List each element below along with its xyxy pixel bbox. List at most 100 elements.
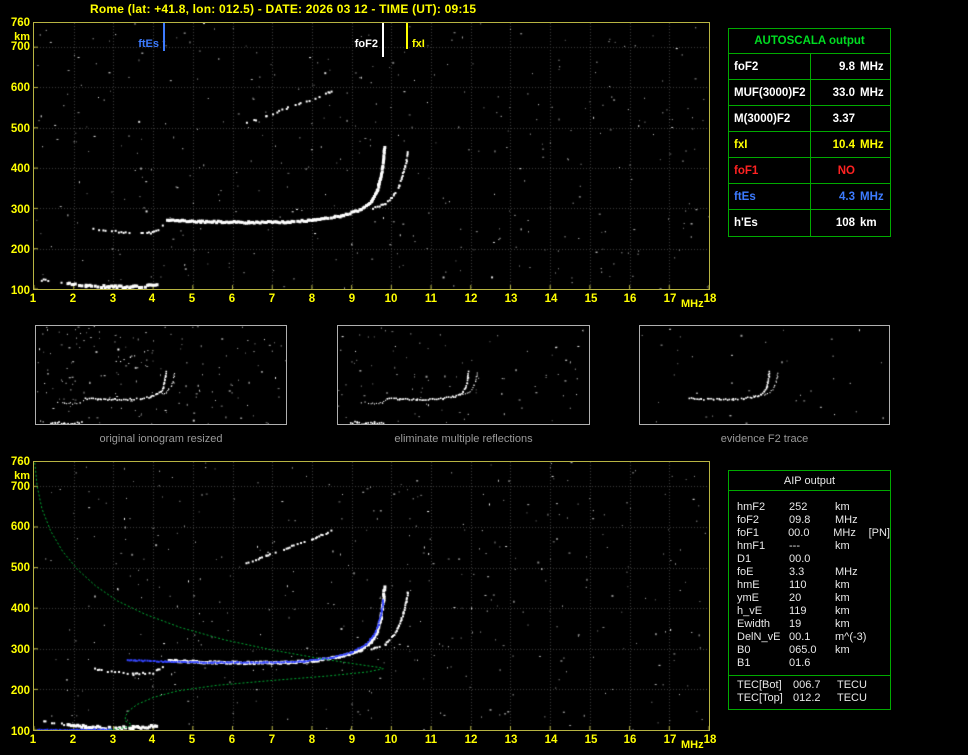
- thumbnail-original-canvas: [36, 326, 286, 424]
- row-label: hmE: [737, 579, 760, 591]
- row-unit: km: [835, 618, 850, 630]
- x-axis-label-14: 14: [544, 293, 558, 305]
- y-axis-label-500: 500: [10, 562, 30, 574]
- row-label: foE: [737, 566, 754, 578]
- row-label: ftEs: [729, 184, 811, 209]
- top-ionogram-plot: [33, 22, 710, 290]
- row-value: 252: [789, 501, 808, 513]
- x-axis-label-9: 9: [348, 734, 356, 746]
- x-axis-label-17: 17: [663, 293, 677, 305]
- row-note: [871, 657, 890, 670]
- row-unit: km: [835, 592, 850, 604]
- row-value: 00.0: [789, 553, 811, 565]
- aip-row-delnve: DelN_vE 00.1 m^(-3): [729, 631, 890, 644]
- row-label: hmF2: [737, 501, 766, 513]
- autoscala-row-fof1: foF1 NO: [729, 158, 890, 184]
- row-value: 09.8: [789, 514, 811, 526]
- x-axis-label-8: 8: [308, 734, 316, 746]
- row-label: foF1: [737, 527, 760, 539]
- x-axis-label-13: 13: [504, 293, 518, 305]
- y-axis-label-760: 760: [10, 17, 30, 29]
- aip-row-fof1: foF1 00.0 MHz [PN]: [729, 527, 890, 540]
- aip-row-tec-top: TEC[Top] 012.2 TECU: [729, 692, 890, 705]
- row-unit: MHz: [833, 527, 856, 539]
- x-axis-label-4: 4: [148, 734, 156, 746]
- row-unit: km: [860, 217, 877, 229]
- row-unit: km: [835, 644, 850, 656]
- autoscala-row-m3000f2: M(3000)F2 3.37: [729, 106, 890, 132]
- x-axis-label-1: 1: [29, 293, 37, 305]
- thumbnail-multiple-reflections-removed: [337, 325, 590, 425]
- thumbnail-original-ionogram: [35, 325, 287, 425]
- row-label: B1: [737, 657, 751, 669]
- x-axis-label-10: 10: [384, 734, 398, 746]
- top-ionogram-canvas: [34, 23, 709, 289]
- row-unit: MHz: [860, 86, 884, 99]
- thumbnail-caption-cleaned: eliminate multiple reflections: [394, 433, 533, 445]
- fxi-marker-line: [406, 23, 408, 49]
- autoscala-row-ftes: ftEs 4.3 MHz: [729, 184, 890, 210]
- row-unit: MHz: [860, 60, 884, 73]
- row-unit: MHz: [835, 514, 858, 526]
- bottom-ionogram-canvas: [34, 462, 709, 730]
- row-unit: [835, 553, 871, 566]
- row-note: [871, 579, 890, 592]
- y-axis-label-760: 760: [10, 456, 30, 468]
- row-value: 119: [789, 605, 807, 617]
- x-axis-label-16: 16: [623, 293, 637, 305]
- x-axis-label-11: 11: [424, 293, 438, 305]
- y-axis-label-600: 600: [10, 82, 30, 94]
- x-axis-label-6: 6: [228, 734, 236, 746]
- row-value: 012.2: [793, 692, 821, 704]
- y-axis-label-600: 600: [10, 521, 30, 533]
- thumbnail-cleaned-canvas: [338, 326, 589, 424]
- x-axis-label-9: 9: [348, 293, 356, 305]
- aip-row-yme: ymE 20 km: [729, 592, 890, 605]
- y-axis-label-700: 700: [10, 481, 30, 493]
- y-axis-label-400: 400: [10, 163, 30, 175]
- row-value: 01.6: [789, 657, 811, 669]
- autoscala-row-hpes: h'Es 108 km: [729, 210, 890, 236]
- row-note: [871, 514, 890, 527]
- row-note: [871, 592, 890, 605]
- y-axis-unit: km: [14, 31, 30, 43]
- x-axis-label-3: 3: [109, 293, 117, 305]
- x-axis-label-13: 13: [504, 734, 518, 746]
- x-axis-label-3: 3: [109, 734, 117, 746]
- fof2-marker-label: foF2: [354, 38, 378, 50]
- y-axis-label-400: 400: [10, 603, 30, 615]
- row-unit: MHz: [835, 566, 858, 578]
- row-value: ---: [789, 540, 800, 552]
- row-note: [871, 605, 890, 618]
- aip-row-b0: B0 065.0 km: [729, 644, 890, 657]
- row-note: [871, 631, 890, 644]
- row-unit: km: [835, 540, 850, 552]
- y-axis-unit: km: [14, 470, 30, 482]
- x-axis-label-17: 17: [663, 734, 677, 746]
- aip-row-hmf2: hmF2 252 km: [729, 501, 890, 514]
- aip-row-tec-bot: TEC[Bot] 006.7 TECU: [729, 679, 890, 692]
- y-axis-label-500: 500: [10, 123, 30, 135]
- row-label: ymE: [737, 592, 759, 604]
- y-axis-label-200: 200: [10, 685, 30, 697]
- row-unit: m^(-3): [835, 631, 867, 643]
- aip-panel-title: AIP output: [729, 471, 890, 491]
- autoscala-window: Rome (lat: +41.8, lon: 012.5) - DATE: 20…: [0, 0, 968, 755]
- row-note: [PN]: [868, 527, 890, 539]
- aip-row-hmf1: hmF1 --- km: [729, 540, 890, 553]
- row-label: h'Es: [729, 210, 811, 236]
- y-axis-label-300: 300: [10, 644, 30, 656]
- row-label: D1: [737, 553, 752, 565]
- row-label: h_vE: [737, 605, 763, 617]
- aip-row-hme: hmE 110 km: [729, 579, 890, 592]
- x-axis-label-4: 4: [148, 293, 156, 305]
- row-unit: km: [835, 501, 850, 513]
- aip-row-hve: h_vE 119 km: [729, 605, 890, 618]
- row-label: MUF(3000)F2: [729, 80, 811, 105]
- row-unit: km: [835, 579, 850, 591]
- x-axis-label-5: 5: [188, 293, 196, 305]
- aip-rows: hmF2 252 km foF2 09.8 MHz foF1 00.0 MHz [PN] hm…: [729, 491, 890, 675]
- aip-row-b1: B1 01.6: [729, 657, 890, 670]
- row-note: [871, 540, 890, 553]
- row-note: [871, 644, 890, 657]
